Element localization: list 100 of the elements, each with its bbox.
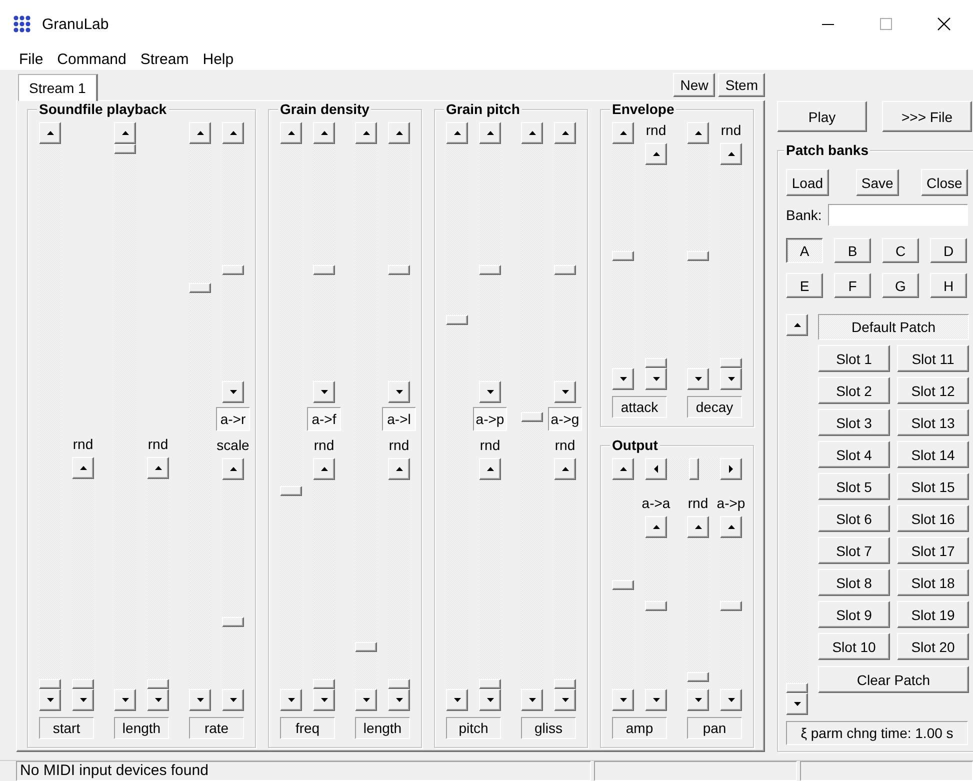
slider-thumb[interactable] xyxy=(645,358,667,368)
menu-item[interactable]: Command xyxy=(50,50,134,68)
scroll-down-button[interactable] xyxy=(720,689,742,711)
vertical-slider[interactable] xyxy=(446,144,468,689)
slider-thumb[interactable] xyxy=(720,601,742,612)
vertical-slider[interactable] xyxy=(147,479,169,689)
vertical-slider[interactable] xyxy=(114,144,136,689)
slider-thumb[interactable] xyxy=(114,144,136,154)
scroll-down-button[interactable] xyxy=(786,693,808,715)
scroll-up-button[interactable] xyxy=(720,516,742,538)
scroll-up-button[interactable] xyxy=(554,122,576,144)
slot-button[interactable]: Slot 15 xyxy=(897,473,969,500)
slider-thumb[interactable] xyxy=(388,264,410,275)
scroll-up-button[interactable] xyxy=(446,122,468,144)
scroll-up-button[interactable] xyxy=(612,122,634,144)
vertical-slider[interactable] xyxy=(645,538,667,689)
scroll-down-button[interactable] xyxy=(313,381,335,404)
scroll-down-button[interactable] xyxy=(114,689,136,711)
scroll-up-button[interactable] xyxy=(388,458,410,480)
bank-button[interactable]: E xyxy=(786,273,823,298)
slot-button[interactable]: Slot 8 xyxy=(818,569,890,596)
scroll-down-button[interactable] xyxy=(222,381,244,404)
vertical-slider[interactable] xyxy=(554,480,576,689)
vertical-slider[interactable] xyxy=(645,165,667,368)
slot-button[interactable]: Slot 5 xyxy=(818,473,890,500)
slider-thumb[interactable] xyxy=(612,580,634,590)
scroll-up-button[interactable] xyxy=(280,122,302,144)
scroll-up-button[interactable] xyxy=(39,122,61,144)
slot-button[interactable]: Slot 16 xyxy=(897,505,969,532)
slider-thumb[interactable] xyxy=(786,683,808,693)
scroll-down-button[interactable] xyxy=(222,689,244,711)
stream-button[interactable]: Stem xyxy=(718,73,765,97)
slider-thumb[interactable] xyxy=(446,315,468,326)
slider-thumb[interactable] xyxy=(687,251,709,261)
slider-thumb[interactable] xyxy=(313,679,335,689)
bank-button[interactable]: A xyxy=(786,238,823,263)
slider-thumb[interactable] xyxy=(645,601,667,612)
tab[interactable]: Stream 1 xyxy=(18,74,98,101)
slider-thumb[interactable] xyxy=(612,251,634,261)
slider-thumb[interactable] xyxy=(388,679,410,689)
scroll-down-button[interactable] xyxy=(687,689,709,711)
scroll-down-button[interactable] xyxy=(313,689,335,711)
scroll-up-button[interactable] xyxy=(72,457,94,480)
scroll-down-button[interactable] xyxy=(687,368,709,390)
slot-button[interactable]: Slot 19 xyxy=(897,601,969,628)
vertical-slider[interactable] xyxy=(521,144,543,689)
menu-item[interactable]: File xyxy=(12,50,50,68)
slider-thumb[interactable] xyxy=(72,679,94,689)
scroll-up-button[interactable] xyxy=(612,458,634,480)
slot-button[interactable]: Slot 1 xyxy=(818,345,890,372)
vertical-slider[interactable] xyxy=(313,480,335,689)
bank-button[interactable]: H xyxy=(930,273,967,298)
vertical-slider[interactable] xyxy=(612,144,634,368)
scroll-down-button[interactable] xyxy=(39,689,61,711)
scroll-up-button[interactable] xyxy=(521,122,543,144)
scroll-up-button[interactable] xyxy=(645,143,667,165)
scroll-down-button[interactable] xyxy=(720,368,742,390)
slot-button[interactable]: Slot 13 xyxy=(897,409,969,436)
slot-button[interactable]: Slot 17 xyxy=(897,537,969,564)
vertical-slider[interactable] xyxy=(687,144,709,368)
slider-thumb[interactable] xyxy=(147,679,169,689)
vertical-slider[interactable] xyxy=(720,165,742,368)
slider-thumb[interactable] xyxy=(355,642,377,652)
vertical-slider[interactable] xyxy=(786,336,808,693)
bank-button[interactable]: F xyxy=(834,273,871,298)
scroll-left-button[interactable] xyxy=(645,458,667,480)
scroll-up-button[interactable] xyxy=(114,122,136,144)
slider-thumb[interactable] xyxy=(521,412,543,422)
slot-button[interactable]: Slot 2 xyxy=(818,377,890,404)
bank-button[interactable]: G xyxy=(882,273,919,298)
scroll-up-button[interactable] xyxy=(147,457,169,480)
slider-thumb[interactable] xyxy=(554,264,576,275)
slider-thumb[interactable] xyxy=(189,283,211,294)
scroll-down-button[interactable] xyxy=(388,689,410,711)
slider-thumb[interactable] xyxy=(687,672,709,682)
slider-thumb[interactable] xyxy=(222,617,244,628)
vertical-slider[interactable] xyxy=(222,480,244,689)
scroll-up-button[interactable] xyxy=(222,122,244,144)
scroll-down-button[interactable] xyxy=(479,689,501,711)
vertical-slider[interactable] xyxy=(554,144,576,382)
scroll-down-button[interactable] xyxy=(280,689,302,711)
stream-button[interactable]: New xyxy=(673,73,716,97)
transport-button[interactable]: Play xyxy=(777,101,867,132)
scroll-up-button[interactable] xyxy=(222,458,244,480)
vertical-slider[interactable] xyxy=(355,144,377,689)
vertical-slider[interactable] xyxy=(280,144,302,689)
scroll-up-button[interactable] xyxy=(313,458,335,480)
scroll-up-button[interactable] xyxy=(554,458,576,480)
bank-input[interactable] xyxy=(828,204,968,226)
slider-thumb[interactable] xyxy=(554,679,576,689)
slider-thumb[interactable] xyxy=(39,679,61,689)
slot-button[interactable]: Slot 11 xyxy=(897,345,969,372)
scroll-down-button[interactable] xyxy=(72,689,94,711)
scroll-up-button[interactable] xyxy=(645,516,667,538)
scroll-up-button[interactable] xyxy=(720,143,742,165)
slider-thumb[interactable] xyxy=(222,264,244,275)
bank-file-button[interactable]: Load xyxy=(786,169,829,196)
scroll-up-button[interactable] xyxy=(786,314,808,336)
vertical-slider[interactable] xyxy=(687,538,709,689)
slider-thumb[interactable] xyxy=(479,264,501,275)
